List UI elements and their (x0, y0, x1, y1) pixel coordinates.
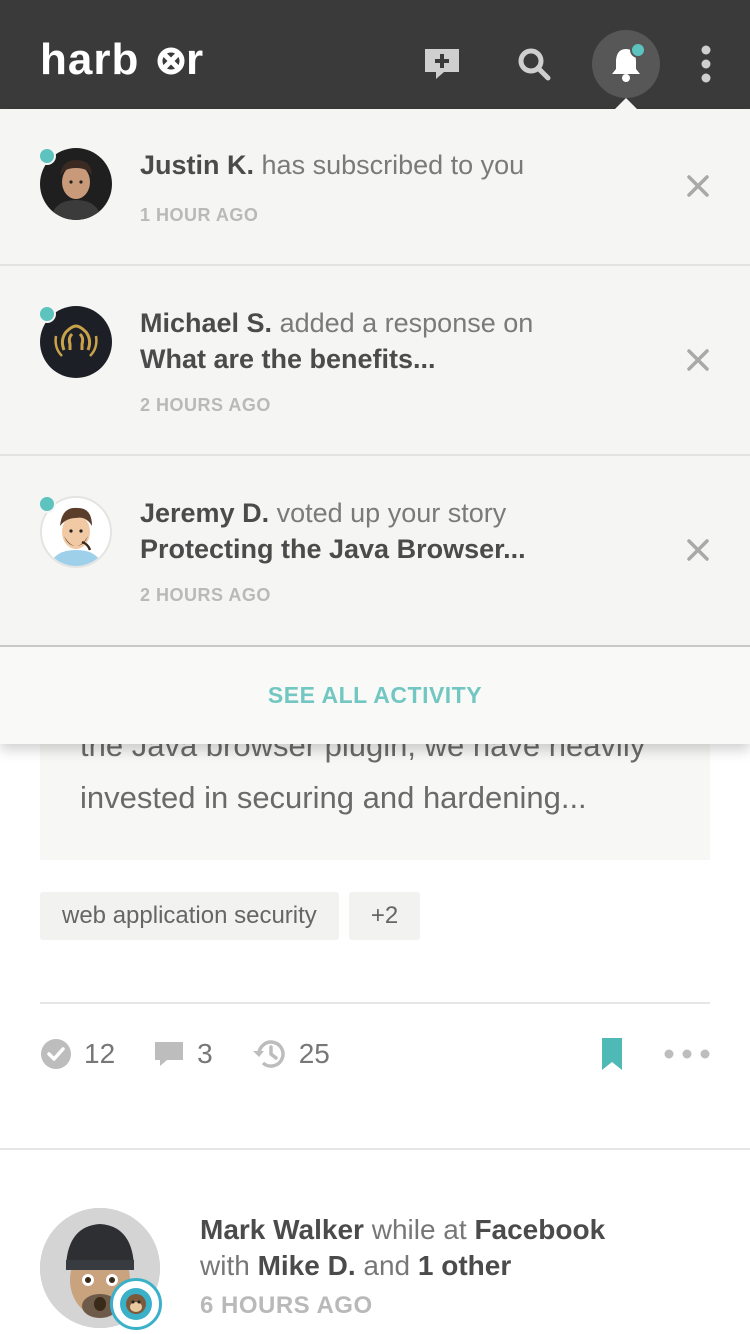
unread-dot (38, 147, 56, 165)
vote-count[interactable]: 12 (40, 1038, 115, 1070)
history-icon (252, 1040, 285, 1068)
monkey-icon (120, 1288, 152, 1320)
notification-time: 2 HOURS AGO (140, 585, 271, 605)
tag-chip[interactable]: web application security (40, 892, 339, 940)
unread-indicator (630, 42, 646, 58)
more-tags-chip[interactable]: +2 (348, 892, 421, 940)
dismiss-notification-button[interactable] (684, 536, 712, 564)
story-stats: 12 3 25 (40, 1030, 710, 1078)
search-button[interactable] (500, 30, 568, 98)
notifications-dropdown: Justin K. has subscribed to you 1 HOUR A… (0, 109, 750, 744)
close-icon (687, 539, 709, 561)
bookmark-icon[interactable] (600, 1036, 624, 1072)
notification-text: Justin K. has subscribed to you (140, 150, 525, 180)
see-all-activity-link[interactable]: SEE ALL ACTIVITY (0, 645, 750, 744)
tag-list: web application security +2 (40, 892, 421, 940)
dismiss-notification-button[interactable] (684, 172, 712, 200)
company-name[interactable]: Facebook (474, 1214, 605, 1245)
divider (40, 1002, 710, 1004)
history-count[interactable]: 25 (251, 1038, 330, 1070)
dropdown-pointer (614, 98, 638, 110)
svg-text:r: r (186, 36, 203, 84)
unread-dot (38, 305, 56, 323)
divider (0, 1148, 750, 1150)
notification-text: Jeremy D. voted up your story Protecting… (140, 495, 660, 567)
more-vertical-icon (701, 45, 711, 83)
notification-time: 2 HOURS AGO (140, 395, 271, 415)
others-link[interactable]: 1 other (418, 1250, 511, 1281)
notification-item[interactable]: Michael S. added a response on What are … (0, 266, 750, 456)
more-menu-button[interactable] (672, 30, 740, 98)
new-post-icon (425, 49, 459, 79)
unread-dot (38, 495, 56, 513)
notification-time: 1 HOUR AGO (140, 205, 259, 225)
close-icon (687, 349, 709, 371)
comment-count[interactable]: 3 (153, 1038, 213, 1070)
notification-text: Michael S. added a response on What are … (140, 305, 660, 377)
notifications-button[interactable] (592, 30, 660, 98)
close-icon (687, 175, 709, 197)
notification-item[interactable]: Jeremy D. voted up your story Protecting… (0, 456, 750, 645)
dismiss-notification-button[interactable] (684, 346, 712, 374)
post-time: 6 HOURS AGO (200, 1292, 373, 1319)
new-post-button[interactable] (408, 30, 476, 98)
post-description: Mark Walker while at Facebook with Mike … (200, 1214, 606, 1281)
notification-item[interactable]: Justin K. has subscribed to you 1 HOUR A… (0, 109, 750, 266)
notification-object-link[interactable]: What are the benefits... (140, 341, 660, 377)
harbor-logo[interactable]: harb r (40, 36, 205, 84)
with-user-name[interactable]: Mike D. (258, 1250, 356, 1281)
company-badge (110, 1278, 162, 1330)
notification-object-link[interactable]: Protecting the Java Browser... (140, 531, 660, 567)
search-icon (518, 48, 551, 81)
comment-icon (155, 1042, 184, 1066)
check-circle-icon (41, 1039, 71, 1069)
author-name[interactable]: Mark Walker (200, 1214, 364, 1245)
svg-text:harb: harb (40, 36, 139, 84)
more-horizontal-icon[interactable] (664, 1048, 710, 1060)
